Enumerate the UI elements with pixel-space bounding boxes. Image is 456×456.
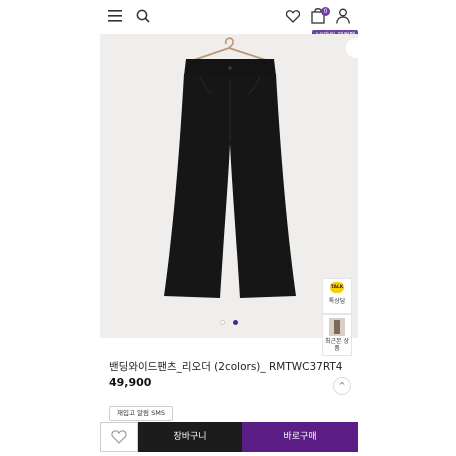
- talk-icon: TALK: [330, 282, 344, 293]
- product-name: 밴딩와이드팬츠_리오더 (2colors)_ RMTWC37RT4: [109, 361, 343, 373]
- add-to-cart-button[interactable]: 장바구니: [138, 422, 242, 452]
- pants-photo: [100, 34, 358, 338]
- recently-viewed-button[interactable]: 최근본 상품: [322, 314, 352, 356]
- scroll-top-button[interactable]: ^: [333, 377, 351, 395]
- mobile-product-page: 0 10만원 웰컴팩 TALK 톡상담 최근본 상품 밴딩와이드팬츠_리오더 (…: [100, 0, 358, 456]
- user-icon[interactable]: [336, 8, 350, 24]
- buy-now-button[interactable]: 바로구매: [242, 422, 358, 452]
- bottom-action-bar: 장바구니 바로구매: [100, 422, 358, 452]
- wishlist-heart-icon: [111, 430, 127, 444]
- product-image[interactable]: [100, 34, 358, 338]
- restock-sms-button[interactable]: 재입고 알림 SMS: [109, 406, 173, 421]
- kakao-talk-consult-button[interactable]: TALK 톡상담: [322, 278, 352, 314]
- recent-product-thumbnail: [329, 318, 345, 336]
- wishlist-button[interactable]: [100, 422, 138, 452]
- product-price: 49,900: [109, 376, 152, 389]
- cart-count-badge: 0: [321, 7, 330, 16]
- search-icon[interactable]: [136, 9, 150, 23]
- heart-icon[interactable]: [286, 10, 300, 23]
- menu-icon[interactable]: [108, 10, 122, 22]
- talk-label: 톡상담: [328, 298, 346, 305]
- gallery-dot-1[interactable]: [220, 320, 225, 325]
- gallery-dot-2-active[interactable]: [233, 320, 238, 325]
- recent-label: 최근본 상품: [325, 338, 349, 352]
- top-bar: 0: [100, 0, 358, 34]
- gallery-pagination: [100, 320, 358, 325]
